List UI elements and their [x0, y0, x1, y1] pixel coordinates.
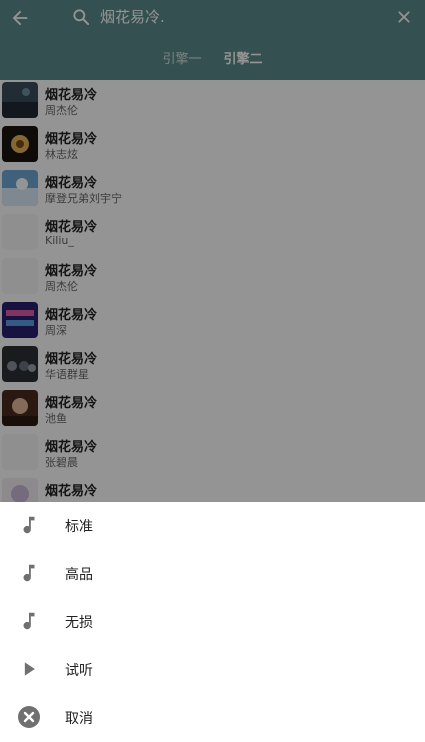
option-label: 取消 [65, 711, 93, 727]
option-cancel[interactable]: 取消 [0, 694, 425, 742]
option-preview[interactable]: 试听 [0, 646, 425, 694]
dim-overlay[interactable] [0, 0, 425, 502]
music-note-icon [16, 512, 42, 538]
option-label: 无损 [65, 615, 93, 631]
quality-bottom-sheet: 标准 高品 无损 试听 取消 [0, 502, 425, 740]
cancel-icon [16, 704, 42, 730]
music-note-icon [16, 560, 42, 586]
option-label: 试听 [65, 663, 93, 679]
music-note-icon [16, 608, 42, 634]
option-label: 标准 [65, 519, 93, 535]
option-standard[interactable]: 标准 [0, 502, 425, 550]
app-root: 烟花易冷. 引擎一 引擎二 烟花易冷 周杰伦 烟花易冷 林志炫 烟花易冷 摩登兄… [0, 0, 425, 740]
play-icon [16, 656, 42, 682]
option-label: 高品 [65, 567, 93, 583]
option-high-quality[interactable]: 高品 [0, 550, 425, 598]
option-lossless[interactable]: 无损 [0, 598, 425, 646]
